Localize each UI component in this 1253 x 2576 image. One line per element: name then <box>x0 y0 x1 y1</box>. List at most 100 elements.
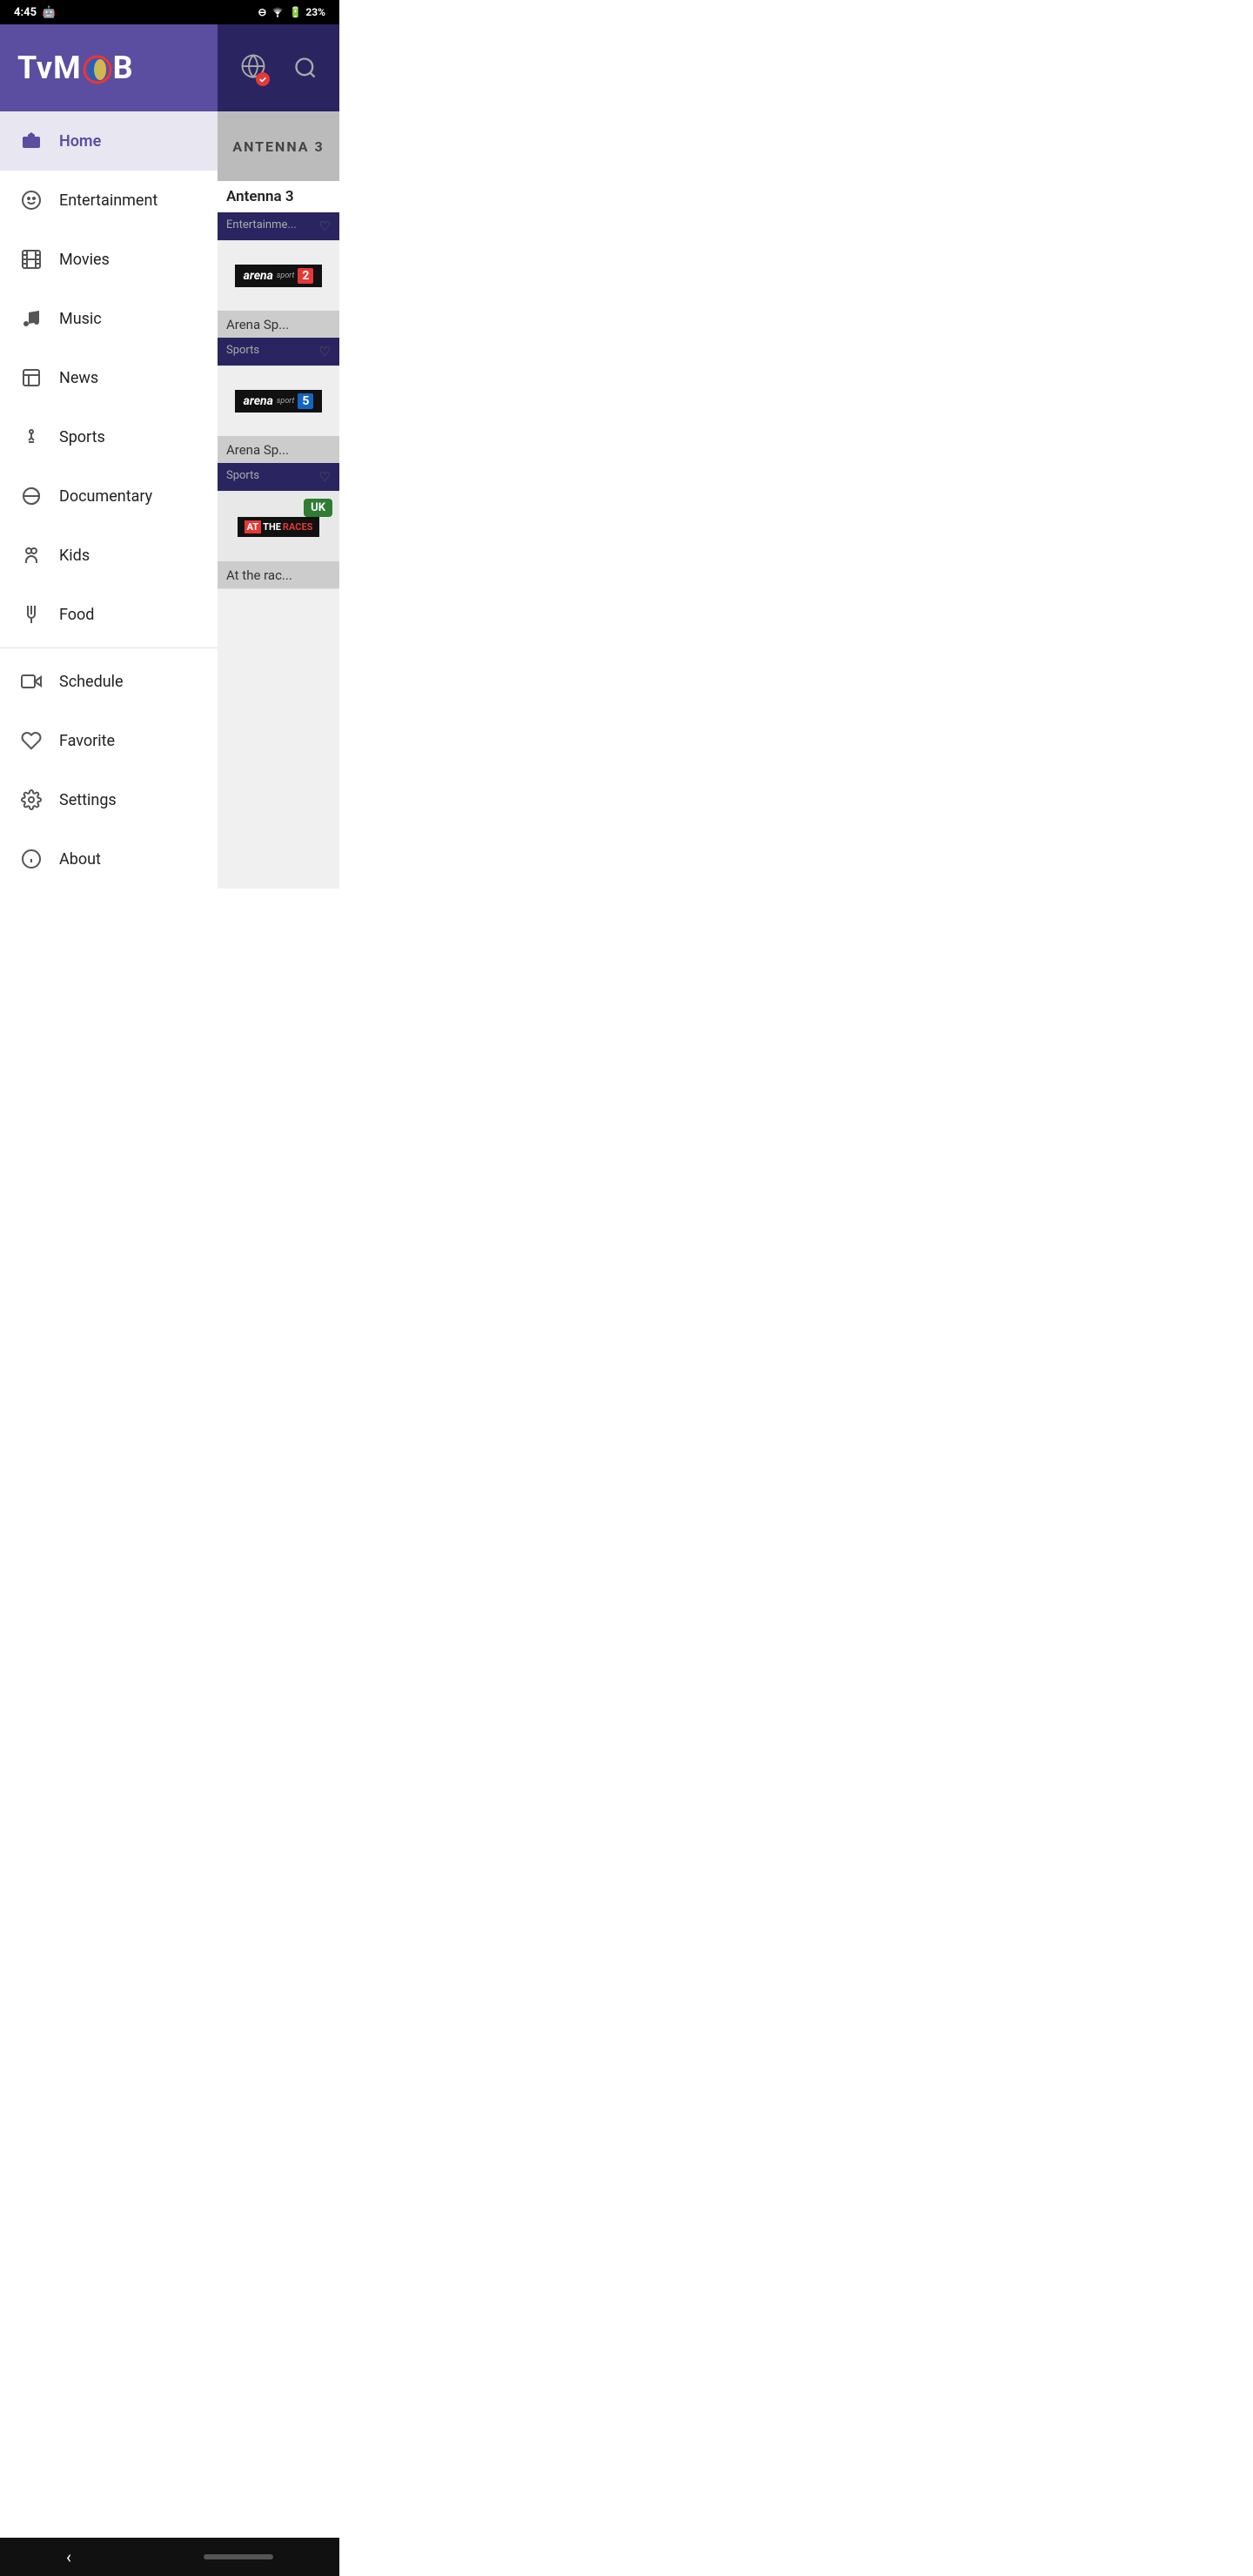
races-logo: AT THE RACES <box>238 517 320 537</box>
sidebar-item-favorite[interactable]: Favorite <box>0 711 218 770</box>
arena5-name-bar: Arena Sp... <box>218 436 339 463</box>
arena5-channel-name: Arena Sp... <box>226 442 289 458</box>
logo-suffix: B <box>113 50 134 86</box>
sidebar-item-about[interactable]: About <box>0 829 218 889</box>
sidebar-item-news-label: News <box>59 369 98 387</box>
the-label: THE <box>263 521 281 533</box>
arena2-name-bar: Arena Sp... <box>218 311 339 338</box>
sidebar-item-music[interactable]: Music <box>0 289 218 348</box>
sidebar-item-kids-label: Kids <box>59 547 90 565</box>
arena5-info-bar: Sports ♡ <box>218 463 339 491</box>
sidebar-item-kids[interactable]: Kids <box>0 526 218 585</box>
bottom-bar: ‹ <box>0 2538 339 2576</box>
status-bar: 4:45 🤖 ⊖ 🔋 23% <box>0 0 339 24</box>
time-display: 4:45 <box>14 6 37 19</box>
sidebar-item-food[interactable]: Food <box>0 585 218 644</box>
logo-icon <box>83 55 112 84</box>
channel-card-races[interactable]: UK AT THE RACES At the rac... <box>218 492 339 589</box>
races-name-bar: At the rac... <box>218 561 339 588</box>
main-layout: TvM B Home Entertainment <box>0 24 339 889</box>
arena-num-5: 5 <box>298 393 313 409</box>
sidebar-item-schedule-label: Schedule <box>59 673 124 691</box>
sidebar-item-sports[interactable]: Sports <box>0 407 218 466</box>
battery-icon: 🔋 <box>289 6 302 18</box>
theater-icon <box>17 186 45 214</box>
tv-icon <box>17 127 45 155</box>
sidebar-item-settings-label: Settings <box>59 791 117 809</box>
antenna3-channel-name: Antenna 3 <box>226 188 294 205</box>
sidebar: TvM B Home Entertainment <box>0 24 218 889</box>
sidebar-item-music-label: Music <box>59 310 102 328</box>
sidebar-item-entertainment-label: Entertainment <box>59 191 157 210</box>
food-icon <box>17 600 45 628</box>
races-label: RACES <box>283 521 313 533</box>
sidebar-item-documentary-label: Documentary <box>59 487 152 506</box>
antenna3-category: Entertainme... <box>226 218 297 234</box>
android-icon: 🤖 <box>42 6 56 19</box>
arena2-channel-name: Arena Sp... <box>226 317 289 332</box>
arena2-category: Sports <box>226 344 259 359</box>
heart-icon <box>17 727 45 755</box>
sports-icon <box>17 423 45 451</box>
antenna3-logo-area: ANTENNA 3 <box>218 111 339 181</box>
arena-num-2: 2 <box>298 268 313 284</box>
sidebar-divider <box>0 647 218 648</box>
back-button[interactable]: ‹ <box>66 2546 71 2567</box>
news-icon <box>17 364 45 392</box>
sidebar-item-home-label: Home <box>59 132 101 151</box>
uk-badge: UK <box>304 499 332 517</box>
sidebar-item-movies[interactable]: Movies <box>0 230 218 289</box>
logo: TvM B <box>17 50 134 86</box>
wifi-icon <box>270 5 285 20</box>
sidebar-item-entertainment[interactable]: Entertainment <box>0 171 218 230</box>
schedule-icon <box>17 667 45 695</box>
arena5-logo: arena sport 5 <box>235 390 323 413</box>
logo-prefix: TvM <box>17 50 82 86</box>
arena2-info-bar: Sports ♡ <box>218 338 339 366</box>
antenna3-heart[interactable]: ♡ <box>319 218 331 234</box>
sidebar-item-news[interactable]: News <box>0 348 218 407</box>
arena5-category: Sports <box>226 469 259 485</box>
music-icon <box>17 305 45 332</box>
check-badge <box>256 72 270 86</box>
races-channel-name: At the rac... <box>226 567 292 583</box>
entertainment-bar: Entertainme... ♡ <box>218 212 339 240</box>
at-label: AT <box>245 520 262 533</box>
dnd-icon: ⊖ <box>258 6 266 18</box>
arena5-heart[interactable]: ♡ <box>319 469 331 485</box>
antenna3-name-bar: Antenna 3 <box>218 181 339 212</box>
arena2-logo-area: arena sport 2 <box>218 241 339 311</box>
sidebar-item-settings[interactable]: Settings <box>0 770 218 829</box>
sidebar-item-food-label: Food <box>59 606 94 624</box>
sport-label: sport <box>277 272 294 280</box>
right-panel: ANTENNA 3 Antenna 3 Entertainme... ♡ are… <box>218 24 339 889</box>
sidebar-item-home[interactable]: Home <box>0 111 218 171</box>
sidebar-item-movies-label: Movies <box>59 251 110 269</box>
right-panel-header <box>218 24 339 111</box>
sidebar-item-schedule[interactable]: Schedule <box>0 652 218 711</box>
gear-icon <box>17 786 45 814</box>
channel-card-antenna3[interactable]: ANTENNA 3 Antenna 3 Entertainme... ♡ <box>218 111 339 241</box>
sidebar-item-favorite-label: Favorite <box>59 732 115 750</box>
sidebar-item-documentary[interactable]: Documentary <box>0 466 218 526</box>
channel-card-arena2[interactable]: arena sport 2 Arena Sp... Sports ♡ <box>218 241 339 366</box>
search-icon[interactable] <box>293 56 318 80</box>
arena2-heart[interactable]: ♡ <box>319 344 331 359</box>
battery-percent: 23% <box>305 6 325 18</box>
film-icon <box>17 245 45 273</box>
info-icon <box>17 845 45 873</box>
documentary-icon <box>17 482 45 510</box>
status-right: ⊖ 🔋 23% <box>258 5 325 20</box>
kids-icon <box>17 541 45 569</box>
sport5-label: sport <box>277 397 294 406</box>
arena-label: arena <box>244 269 273 283</box>
antenna3-logo-text: ANTENNA 3 <box>232 138 324 155</box>
channel-card-arena5[interactable]: arena sport 5 Arena Sp... Sports ♡ <box>218 366 339 492</box>
arena5-label: arena <box>244 394 273 408</box>
sidebar-item-about-label: About <box>59 850 101 869</box>
home-pill[interactable] <box>204 2554 273 2559</box>
arena5-logo-area: arena sport 5 <box>218 366 339 436</box>
races-logo-area: UK AT THE RACES <box>218 492 339 561</box>
sidebar-item-sports-label: Sports <box>59 428 105 446</box>
app-header: TvM B <box>0 24 218 111</box>
